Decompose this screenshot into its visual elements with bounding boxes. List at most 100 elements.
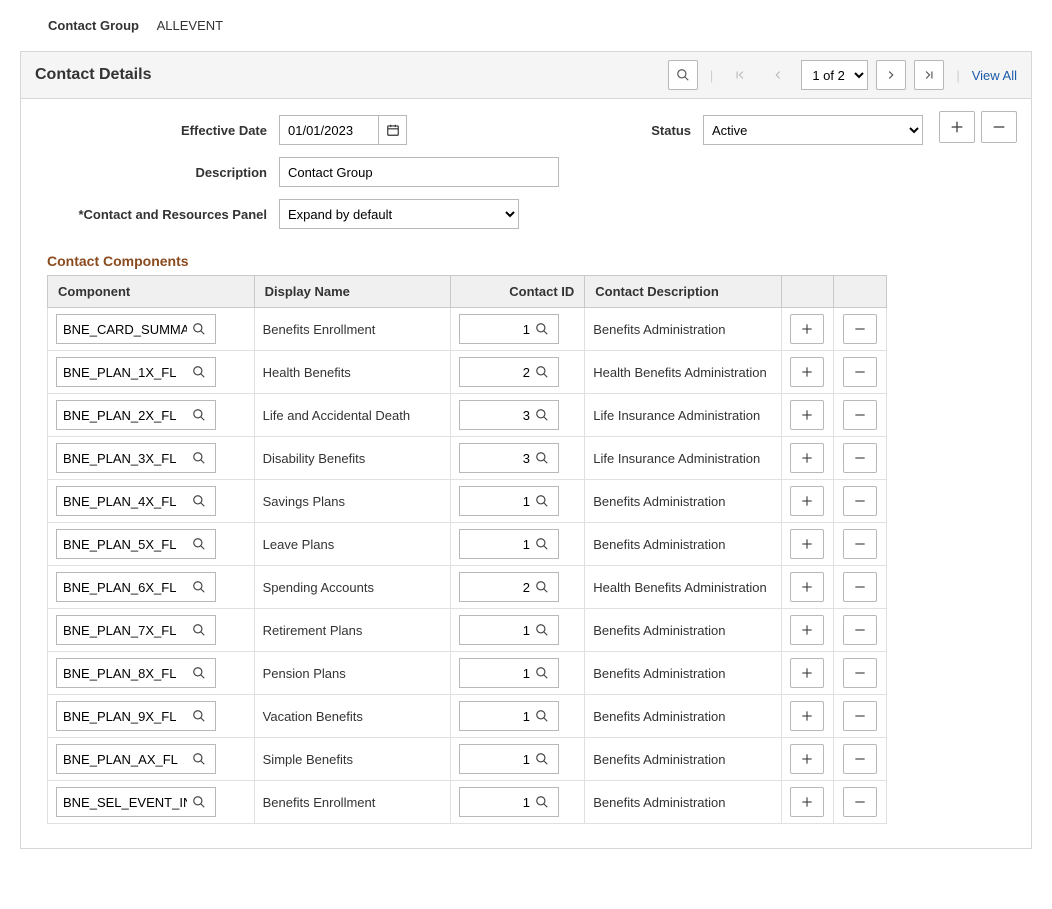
- minus-icon: [853, 666, 867, 680]
- last-page-button[interactable]: [914, 60, 944, 90]
- table-row: Spending AccountsHealth Benefits Adminis…: [48, 566, 887, 609]
- component-field: [56, 486, 246, 516]
- contact-id-lookup-button[interactable]: [535, 752, 549, 766]
- status-select[interactable]: ActiveInactive: [703, 115, 923, 145]
- component-field: [56, 615, 246, 645]
- row-add-button[interactable]: [790, 701, 824, 731]
- contact-id-lookup-button[interactable]: [535, 451, 549, 465]
- component-lookup-button[interactable]: [192, 795, 206, 809]
- find-button[interactable]: [668, 60, 698, 90]
- contact-id-field: [459, 443, 576, 473]
- row-add-button[interactable]: [790, 744, 824, 774]
- row-add-button[interactable]: [790, 443, 824, 473]
- component-lookup-button[interactable]: [192, 666, 206, 680]
- contact-id-field: [459, 357, 576, 387]
- row-delete-button[interactable]: [843, 314, 877, 344]
- row-add-button[interactable]: [790, 400, 824, 430]
- contact-id-field: [459, 572, 576, 602]
- contact-id-field: [459, 744, 576, 774]
- row-add-button[interactable]: [790, 658, 824, 688]
- calendar-button[interactable]: [379, 115, 407, 145]
- row-delete-button[interactable]: [843, 701, 877, 731]
- panel-header: Contact Details | 1 of 22 of 2 | View Al…: [21, 52, 1031, 99]
- plus-icon: [800, 408, 814, 422]
- table-row: Benefits EnrollmentBenefits Administrati…: [48, 781, 887, 824]
- row-delete-button[interactable]: [843, 529, 877, 559]
- search-icon: [192, 408, 206, 422]
- row-delete-button[interactable]: [843, 572, 877, 602]
- contact-id-lookup-button[interactable]: [535, 709, 549, 723]
- component-lookup-button[interactable]: [192, 494, 206, 508]
- row-delete-button[interactable]: [843, 615, 877, 645]
- col-contact-desc: Contact Description: [585, 276, 781, 308]
- contact-id-lookup-button[interactable]: [535, 666, 549, 680]
- contact-id-lookup-button[interactable]: [535, 580, 549, 594]
- component-lookup-button[interactable]: [192, 365, 206, 379]
- components-grid: Component Display Name Contact ID Contac…: [47, 275, 887, 824]
- first-icon: [733, 68, 747, 82]
- display-name-cell: Vacation Benefits: [263, 709, 363, 724]
- row-delete-button[interactable]: [843, 744, 877, 774]
- search-icon: [535, 537, 549, 551]
- display-name-cell: Health Benefits: [263, 365, 351, 380]
- component-lookup-button[interactable]: [192, 408, 206, 422]
- effective-date-input[interactable]: [279, 115, 379, 145]
- contact-id-lookup-button[interactable]: [535, 795, 549, 809]
- row-add-button[interactable]: [790, 572, 824, 602]
- search-icon: [192, 537, 206, 551]
- row-delete-button[interactable]: [843, 486, 877, 516]
- component-lookup-button[interactable]: [192, 322, 206, 336]
- delete-row-top-button[interactable]: [981, 111, 1017, 143]
- next-page-button[interactable]: [876, 60, 906, 90]
- component-field: [56, 787, 246, 817]
- contact-desc-cell: Benefits Administration: [593, 322, 725, 337]
- add-row-top-button[interactable]: [939, 111, 975, 143]
- row-add-button[interactable]: [790, 529, 824, 559]
- minus-icon: [853, 537, 867, 551]
- contact-id-lookup-button[interactable]: [535, 623, 549, 637]
- table-row: Retirement PlansBenefits Administration: [48, 609, 887, 652]
- row-add-button[interactable]: [790, 787, 824, 817]
- effective-date-label: Effective Date: [35, 123, 267, 138]
- component-lookup-button[interactable]: [192, 537, 206, 551]
- row-add-button[interactable]: [790, 357, 824, 387]
- component-field: [56, 443, 246, 473]
- minus-icon: [853, 408, 867, 422]
- contact-id-lookup-button[interactable]: [535, 408, 549, 422]
- row-delete-button[interactable]: [843, 400, 877, 430]
- component-field: [56, 658, 246, 688]
- component-lookup-button[interactable]: [192, 623, 206, 637]
- page-select[interactable]: 1 of 22 of 2: [801, 60, 868, 90]
- contact-desc-cell: Benefits Administration: [593, 666, 725, 681]
- col-delete: [834, 276, 887, 308]
- panel-mode-select[interactable]: Expand by defaultCollapse by default: [279, 199, 519, 229]
- minus-icon: [853, 795, 867, 809]
- row-add-button[interactable]: [790, 314, 824, 344]
- search-icon: [535, 322, 549, 336]
- row-delete-button[interactable]: [843, 357, 877, 387]
- display-name-cell: Spending Accounts: [263, 580, 374, 595]
- row-add-button[interactable]: [790, 486, 824, 516]
- row-delete-button[interactable]: [843, 658, 877, 688]
- component-lookup-button[interactable]: [192, 580, 206, 594]
- description-input[interactable]: [279, 157, 559, 187]
- contact-id-lookup-button[interactable]: [535, 537, 549, 551]
- row-add-button[interactable]: [790, 615, 824, 645]
- component-field: [56, 701, 246, 731]
- contact-id-lookup-button[interactable]: [535, 322, 549, 336]
- component-lookup-button[interactable]: [192, 752, 206, 766]
- component-lookup-button[interactable]: [192, 709, 206, 723]
- row-delete-button[interactable]: [843, 443, 877, 473]
- component-lookup-button[interactable]: [192, 451, 206, 465]
- contact-id-lookup-button[interactable]: [535, 365, 549, 379]
- view-all-link[interactable]: View All: [972, 68, 1017, 83]
- row-delete-button[interactable]: [843, 787, 877, 817]
- display-name-cell: Life and Accidental Death: [263, 408, 410, 423]
- contact-id-lookup-button[interactable]: [535, 494, 549, 508]
- table-row: Life and Accidental DeathLife Insurance …: [48, 394, 887, 437]
- chevron-right-icon: [884, 68, 898, 82]
- minus-icon: [991, 119, 1007, 135]
- display-name-cell: Simple Benefits: [263, 752, 353, 767]
- component-field: [56, 529, 246, 559]
- contact-id-field: [459, 787, 576, 817]
